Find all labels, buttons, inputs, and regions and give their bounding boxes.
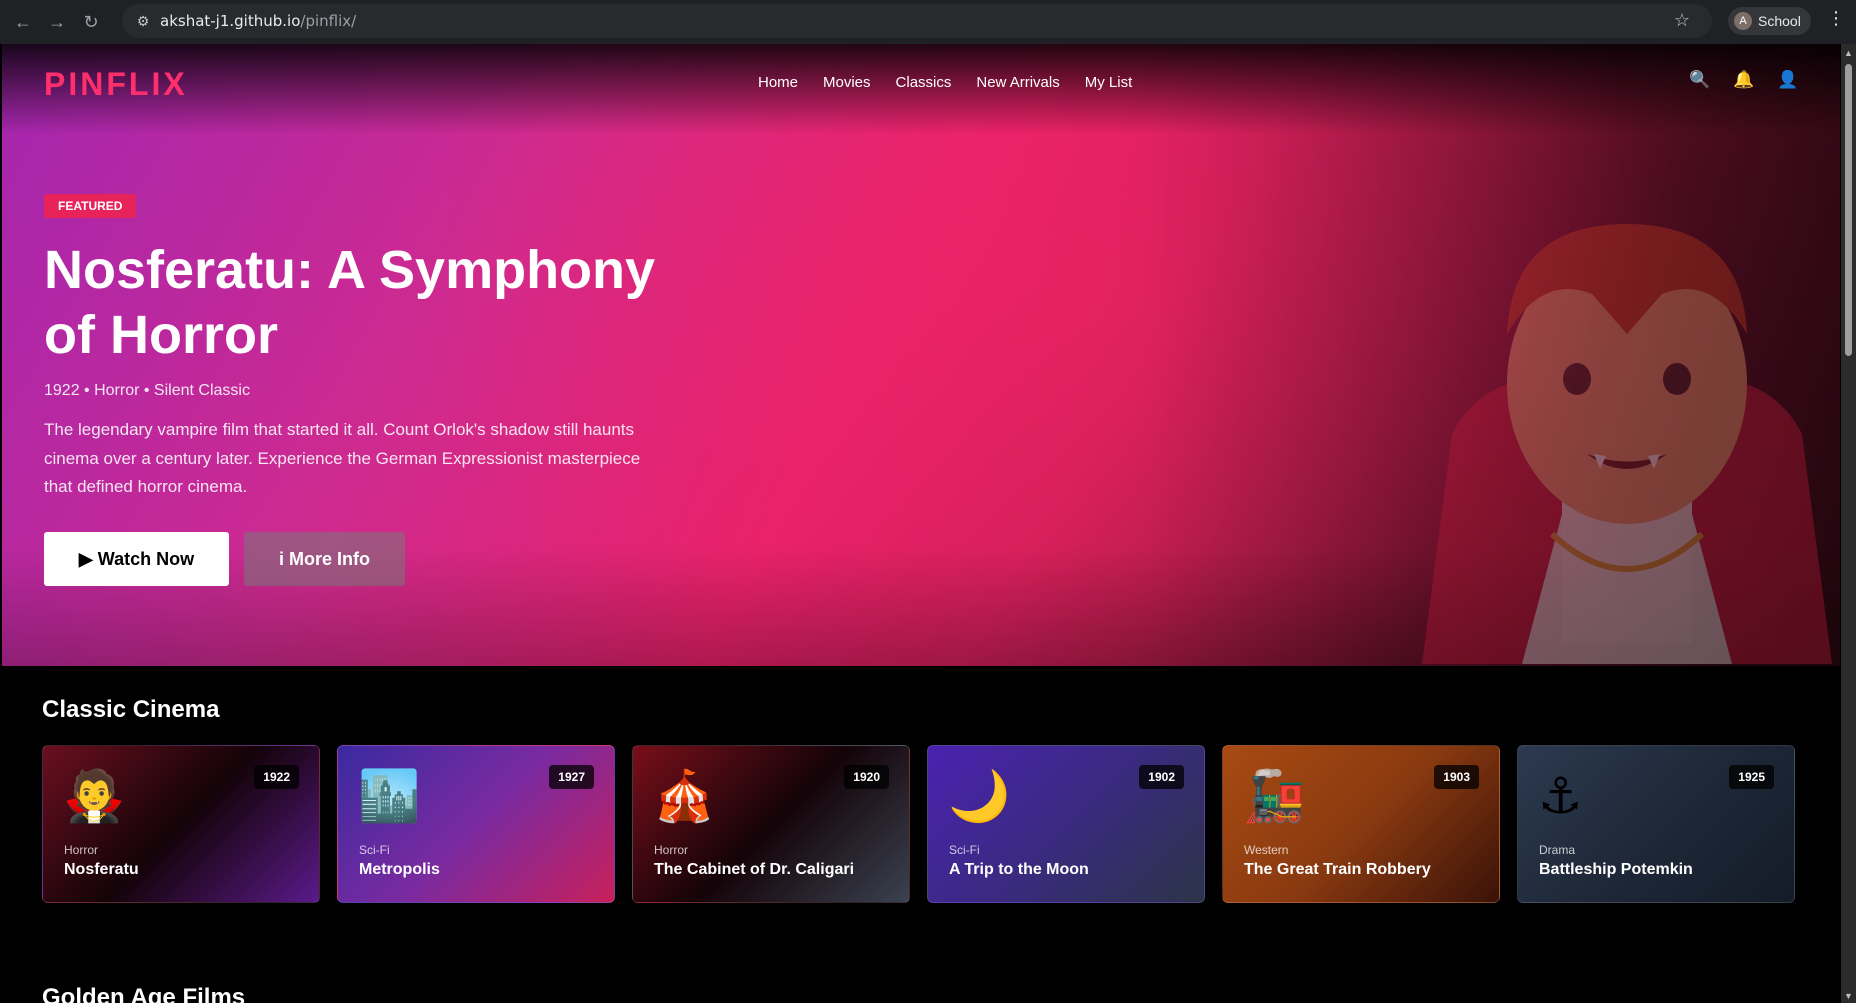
page-scrollbar[interactable]: ▲ ▼ bbox=[1841, 44, 1856, 1003]
movie-card[interactable]: 🚂 1903 Western The Great Train Robbery bbox=[1222, 745, 1500, 903]
circus-tent-icon: 🎪 bbox=[653, 768, 716, 824]
nav-home[interactable]: Home bbox=[758, 74, 798, 91]
hero-title: Nosferatu: A Symphony of Horror bbox=[44, 240, 656, 365]
nav-classics[interactable]: Classics bbox=[896, 74, 952, 91]
nav-movies[interactable]: Movies bbox=[823, 74, 871, 91]
avatar: A bbox=[1734, 12, 1752, 30]
nav-my-list[interactable]: My List bbox=[1085, 74, 1133, 91]
classic-cinema-row: 🧛 1922 Horror Nosferatu 🏙️ 1927 Sci-Fi M… bbox=[42, 745, 1795, 903]
page-viewport: PINFLIX Home Movies Classics New Arrival… bbox=[0, 44, 1856, 1003]
vampire-illustration bbox=[1422, 224, 1832, 664]
crescent-moon-icon: 🌙 bbox=[948, 768, 1011, 824]
card-title: The Cabinet of Dr. Caligari bbox=[654, 861, 855, 878]
address-bar[interactable]: ⚙ akshat-j1.github.io/pinflix/ ☆ bbox=[122, 4, 1712, 38]
site-settings-icon[interactable]: ⚙ bbox=[126, 13, 160, 30]
locomotive-icon: 🚂 bbox=[1243, 768, 1306, 824]
profile-button[interactable]: A School bbox=[1728, 7, 1811, 35]
profile-name: School bbox=[1758, 13, 1801, 29]
movie-card[interactable]: 🏙️ 1927 Sci-Fi Metropolis bbox=[337, 745, 615, 903]
bookmark-star-icon[interactable]: ☆ bbox=[1674, 10, 1690, 31]
year-badge: 1920 bbox=[844, 765, 889, 789]
year-badge: 1922 bbox=[254, 765, 299, 789]
back-icon[interactable]: ← bbox=[6, 5, 40, 39]
card-genre: Drama bbox=[1539, 843, 1576, 857]
menu-kebab-icon[interactable]: ⋮ bbox=[1826, 8, 1846, 29]
movie-card[interactable]: ⚓ 1925 Drama Battleship Potemkin bbox=[1517, 745, 1795, 903]
search-icon[interactable]: 🔍 bbox=[1689, 70, 1710, 90]
card-title: Nosferatu bbox=[64, 861, 139, 878]
url-text[interactable]: akshat-j1.github.io/pinflix/ bbox=[160, 12, 356, 30]
card-genre: Sci-Fi bbox=[359, 843, 390, 857]
scroll-up-icon[interactable]: ▲ bbox=[1844, 48, 1853, 58]
card-genre: Horror bbox=[654, 843, 689, 857]
anchor-icon: ⚓ bbox=[1538, 768, 1583, 824]
scroll-down-icon[interactable]: ▼ bbox=[1844, 991, 1853, 1001]
cityscape-icon: 🏙️ bbox=[358, 768, 421, 824]
card-title: Metropolis bbox=[359, 861, 440, 878]
year-badge: 1902 bbox=[1139, 765, 1184, 789]
card-genre: Sci-Fi bbox=[949, 843, 980, 857]
reload-icon[interactable]: ↻ bbox=[74, 5, 108, 39]
forward-icon[interactable]: → bbox=[40, 5, 74, 39]
section-title-classic-cinema: Classic Cinema bbox=[42, 696, 220, 723]
card-genre: Horror bbox=[64, 843, 99, 857]
card-title: The Great Train Robbery bbox=[1244, 861, 1431, 878]
card-genre: Western bbox=[1244, 843, 1289, 857]
hero-banner: PINFLIX Home Movies Classics New Arrival… bbox=[2, 44, 1840, 666]
site-logo[interactable]: PINFLIX bbox=[44, 66, 188, 103]
movie-card[interactable]: 🧛 1922 Horror Nosferatu bbox=[42, 745, 320, 903]
watch-now-button[interactable]: ▶ Watch Now bbox=[44, 532, 229, 586]
card-title: A Trip to the Moon bbox=[949, 861, 1089, 878]
nav-icons: 🔍 🔔 👤 bbox=[1689, 70, 1798, 90]
main-nav: Home Movies Classics New Arrivals My Lis… bbox=[758, 74, 1132, 91]
movie-card[interactable]: 🌙 1902 Sci-Fi A Trip to the Moon bbox=[927, 745, 1205, 903]
card-title: Battleship Potemkin bbox=[1539, 861, 1693, 878]
hero-meta: 1922 • Horror • Silent Classic bbox=[44, 382, 250, 399]
more-info-button[interactable]: i More Info bbox=[244, 532, 405, 586]
section-title-golden-age: Golden Age Films bbox=[42, 984, 246, 1003]
hero-description: The legendary vampire film that started … bbox=[44, 420, 641, 496]
movie-card[interactable]: 🎪 1920 Horror The Cabinet of Dr. Caligar… bbox=[632, 745, 910, 903]
year-badge: 1903 bbox=[1434, 765, 1479, 789]
year-badge: 1927 bbox=[549, 765, 594, 789]
user-icon[interactable]: 👤 bbox=[1777, 70, 1798, 90]
year-badge: 1925 bbox=[1729, 765, 1774, 789]
browser-toolbar: ← → ↻ ⚙ akshat-j1.github.io/pinflix/ ☆ A… bbox=[0, 0, 1856, 44]
bell-icon[interactable]: 🔔 bbox=[1733, 70, 1754, 90]
vampire-icon: 🧛 bbox=[63, 768, 126, 824]
nav-new-arrivals[interactable]: New Arrivals bbox=[976, 74, 1059, 91]
featured-badge: FEATURED bbox=[44, 194, 137, 218]
scrollbar-thumb[interactable] bbox=[1845, 64, 1852, 356]
